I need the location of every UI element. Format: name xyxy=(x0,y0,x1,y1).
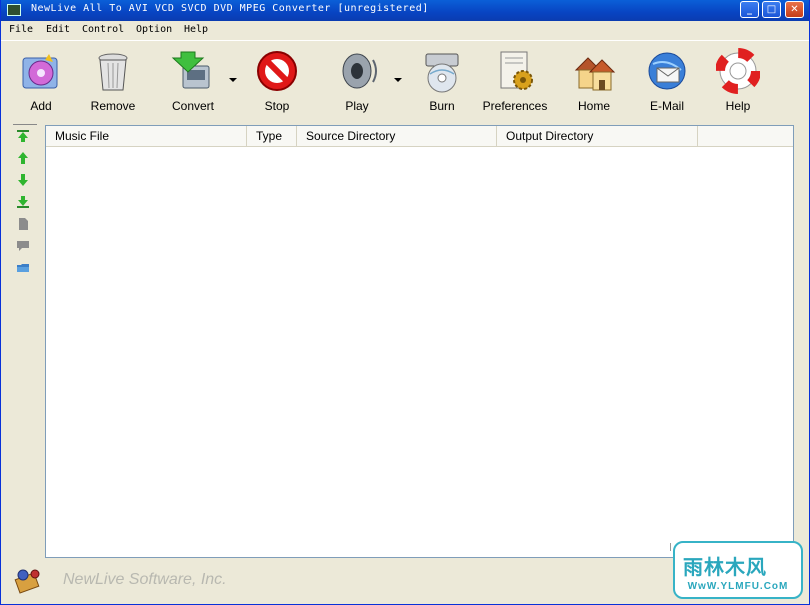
convert-icon xyxy=(171,51,210,89)
move-up-icon[interactable] xyxy=(16,151,30,165)
lifebuoy-icon xyxy=(716,48,760,94)
sidebar-separator xyxy=(13,124,37,125)
company-name: NewLive Software, Inc. xyxy=(63,571,227,588)
watermark-badge: 雨林木风 WwW.YLMFU.CoM xyxy=(673,541,803,599)
company-logo-icon xyxy=(14,569,40,594)
speaker-icon xyxy=(342,53,377,89)
convert-button[interactable]: Convert xyxy=(163,42,223,116)
email-label: E-Mail xyxy=(649,99,684,113)
stop-button[interactable]: Stop xyxy=(247,42,307,116)
menu-file[interactable]: File xyxy=(9,24,33,35)
burn-button[interactable]: Burn xyxy=(412,42,472,116)
column-source-directory[interactable]: Source Directory xyxy=(297,126,497,146)
add-label: Add xyxy=(30,99,52,113)
home-button[interactable]: Home xyxy=(564,42,624,116)
add-music-icon xyxy=(22,54,58,89)
move-bottom-icon[interactable] xyxy=(16,195,30,209)
stop-sign-icon xyxy=(257,51,297,91)
help-label: Help xyxy=(725,99,751,113)
remove-label: Remove xyxy=(90,99,136,113)
comment-icon[interactable] xyxy=(16,239,30,253)
column-output-directory[interactable]: Output Directory xyxy=(497,126,698,146)
menu-edit[interactable]: Edit xyxy=(46,24,70,35)
minimize-button[interactable]: _ xyxy=(740,1,759,18)
maximize-button[interactable]: □ xyxy=(762,1,781,18)
play-label: Play xyxy=(345,99,369,113)
menu-separator xyxy=(1,40,809,41)
music-file-list[interactable]: Music File Type Source Directory Output … xyxy=(45,125,794,558)
move-down-icon[interactable] xyxy=(16,173,30,187)
menu-help[interactable]: Help xyxy=(184,24,208,35)
house-icon xyxy=(574,57,616,91)
app-window: NewLive All To AVI VCD SVCD DVD MPEG Con… xyxy=(0,0,810,605)
disc-burn-icon xyxy=(425,53,459,93)
add-button[interactable]: Add xyxy=(11,42,71,116)
file-icon[interactable] xyxy=(16,217,30,231)
email-button[interactable]: E-Mail xyxy=(637,42,697,116)
email-icon xyxy=(648,52,686,90)
preferences-label: Preferences xyxy=(482,99,548,113)
window-title: NewLive All To AVI VCD SVCD DVD MPEG Con… xyxy=(31,3,429,14)
menu-option[interactable]: Option xyxy=(136,24,172,35)
home-label: Home xyxy=(577,99,610,113)
watermark-url: WwW.YLMFU.CoM xyxy=(687,581,789,592)
remove-button[interactable]: Remove xyxy=(83,42,143,116)
menu-bar: File Edit Control Option Help xyxy=(1,21,809,40)
play-button[interactable]: Play xyxy=(327,42,387,116)
play-dropdown-arrow[interactable] xyxy=(394,78,402,82)
list-header: Music File Type Source Directory Output … xyxy=(46,126,793,147)
burn-label: Burn xyxy=(429,99,455,113)
trash-can-icon xyxy=(98,53,128,91)
title-bar[interactable]: NewLive All To AVI VCD SVCD DVD MPEG Con… xyxy=(1,0,809,21)
toolbar: Add Remove Convert Stop Play Burn Prefer… xyxy=(1,42,809,120)
folder-icon[interactable] xyxy=(16,261,30,275)
convert-dropdown-arrow[interactable] xyxy=(229,78,237,82)
menu-control[interactable]: Control xyxy=(82,24,124,35)
column-type[interactable]: Type xyxy=(247,126,297,146)
column-music-file[interactable]: Music File xyxy=(46,126,247,146)
move-top-icon[interactable] xyxy=(16,129,30,143)
preferences-button[interactable]: Preferences xyxy=(480,42,550,116)
watermark-brand: 雨林木风 xyxy=(683,555,767,579)
convert-label: Convert xyxy=(171,99,215,113)
stop-label: Stop xyxy=(264,99,290,113)
app-icon[interactable] xyxy=(7,4,21,16)
preferences-gear-icon xyxy=(500,51,533,90)
help-button[interactable]: Help xyxy=(708,42,768,116)
close-button[interactable]: ✕ xyxy=(785,1,804,18)
